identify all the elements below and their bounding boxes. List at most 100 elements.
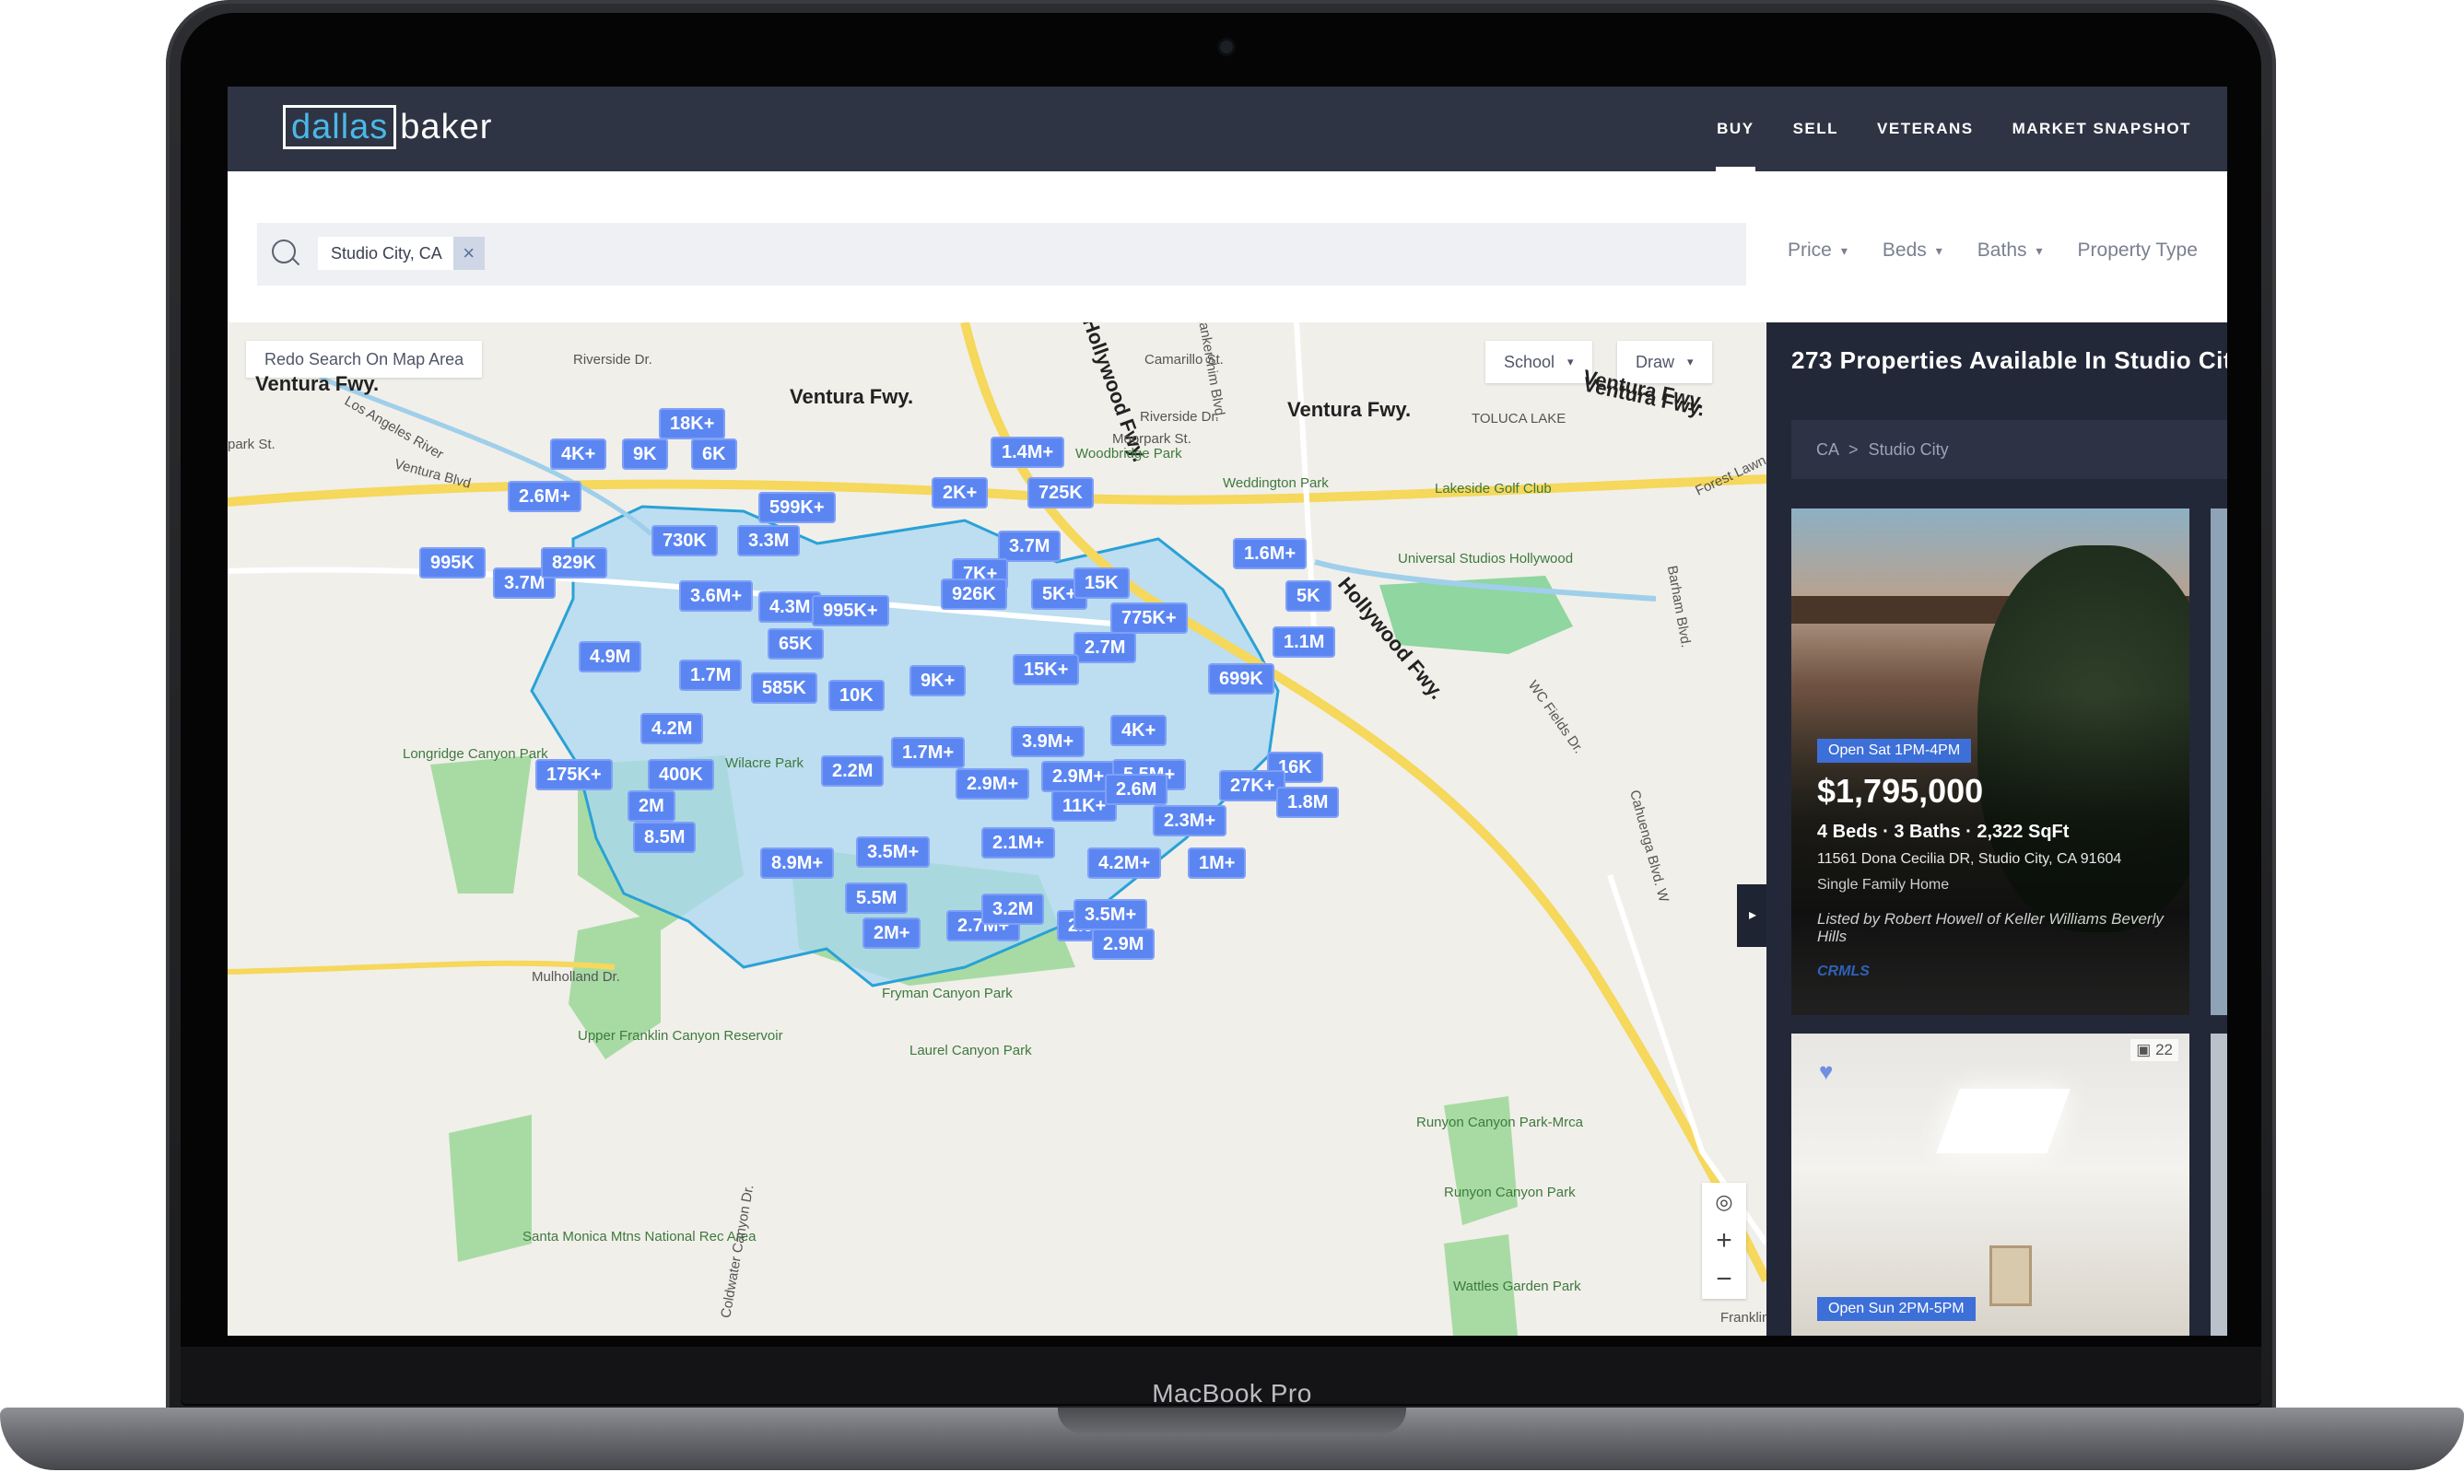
- park-area: [430, 755, 532, 894]
- app-screen: dallas baker BUY SELL VETERANS MARKET SN…: [228, 87, 2227, 1336]
- price-pin[interactable]: 4.9M: [581, 643, 640, 671]
- price-pin[interactable]: 1.6M+: [1235, 540, 1306, 567]
- price-pin[interactable]: 1.1M: [1274, 628, 1334, 656]
- price-pin[interactable]: 3.7M: [1000, 532, 1060, 560]
- my-location-icon[interactable]: ◎: [1702, 1183, 1746, 1221]
- breadcrumb-state[interactable]: CA: [1816, 440, 1838, 459]
- price-pin[interactable]: 8.5M: [635, 824, 695, 851]
- price-pin[interactable]: 4K+: [1112, 717, 1166, 744]
- map-place-label: Riverside Dr.: [1140, 409, 1219, 425]
- price-pin[interactable]: 699K: [1210, 665, 1273, 693]
- price-filter[interactable]: Price ▾: [1788, 240, 1848, 262]
- price-pin[interactable]: 4.2M+: [1089, 849, 1160, 877]
- breadcrumb-city[interactable]: Studio City: [1869, 440, 1949, 459]
- map-view[interactable]: Redo Search On Map Area School ▾ Draw ▾ Ve…: [228, 322, 1766, 1336]
- map-place-label: Wattles Garden Park: [1453, 1279, 1581, 1294]
- price-pin[interactable]: 3.5M+: [858, 838, 929, 866]
- price-pin[interactable]: 3.2M: [983, 895, 1043, 923]
- map-place-label: Woodbridge Park: [1075, 446, 1182, 462]
- price-pin[interactable]: 18K+: [661, 410, 724, 438]
- beds-filter[interactable]: Beds ▾: [1883, 240, 1942, 262]
- nav-link-buy[interactable]: BUY: [1697, 87, 1773, 171]
- price-pin[interactable]: 2.9M+: [1043, 763, 1114, 790]
- price-pin[interactable]: 2.7M: [1075, 634, 1135, 661]
- price-pin[interactable]: 5K: [1287, 582, 1330, 610]
- price-pin[interactable]: 400K: [650, 761, 712, 789]
- search-bar[interactable]: Studio City, CA ×: [257, 223, 1746, 286]
- price-pin[interactable]: 2M: [629, 792, 674, 820]
- price-pin[interactable]: 3.6M+: [681, 582, 752, 610]
- price-pin[interactable]: 15K: [1075, 569, 1128, 597]
- price-pin[interactable]: 2.1M+: [983, 829, 1054, 857]
- price-pin[interactable]: 27K+: [1221, 772, 1285, 800]
- price-pin[interactable]: 4.2M: [642, 715, 702, 742]
- chevron-down-icon: ▾: [1687, 355, 1694, 368]
- price-pin[interactable]: 4K+: [552, 440, 605, 468]
- price-pin[interactable]: 599K+: [760, 494, 834, 521]
- price-pin[interactable]: 9K: [624, 440, 666, 468]
- price-pin[interactable]: 725K: [1029, 479, 1092, 507]
- price-pin[interactable]: 995K: [421, 549, 484, 577]
- freeway-label: Ventura Fwy.: [1287, 398, 1412, 421]
- price-pin[interactable]: 1M+: [1190, 849, 1245, 877]
- logo-boxed-text: dallas: [283, 105, 397, 149]
- map-place-label: Runyon Canyon Park-Mrca: [1416, 1115, 1583, 1130]
- nav-links: BUY SELL VETERANS MARKET SNAPSHOT: [1697, 87, 2211, 171]
- nav-link-veterans[interactable]: VETERANS: [1858, 87, 1993, 171]
- site-logo[interactable]: dallas baker: [283, 105, 492, 149]
- zoom-in-button[interactable]: +: [1702, 1221, 1746, 1260]
- baths-filter[interactable]: Baths ▾: [1977, 240, 2043, 262]
- price-pin[interactable]: 2M+: [864, 919, 920, 947]
- listing-card[interactable]: ♥ ▣ 22 Open Sun 2PM-5PM: [1791, 1034, 2189, 1336]
- price-pin[interactable]: 3.3M: [739, 527, 799, 555]
- price-pin[interactable]: 2.9M+: [957, 770, 1028, 798]
- price-pin[interactable]: 65K: [769, 630, 822, 658]
- school-dropdown[interactable]: School ▾: [1485, 341, 1592, 383]
- price-pin[interactable]: 2.2M: [823, 757, 883, 785]
- price-pin[interactable]: 585K: [753, 674, 815, 702]
- price-pin[interactable]: 175K+: [537, 761, 611, 789]
- price-pin[interactable]: 3.5M+: [1075, 901, 1146, 929]
- property-type-filter[interactable]: Property Type: [2078, 240, 2198, 262]
- nav-link-sell[interactable]: SELL: [1774, 87, 1858, 171]
- expand-panel-button[interactable]: ▸: [1737, 884, 1766, 947]
- price-pin[interactable]: 829K: [543, 549, 605, 577]
- search-icon[interactable]: [272, 240, 296, 263]
- price-pin[interactable]: 2K+: [933, 479, 987, 507]
- price-pin[interactable]: 1.7M: [681, 661, 741, 689]
- favorite-heart-icon[interactable]: ♥: [1819, 1057, 1833, 1086]
- price-pin[interactable]: 995K+: [814, 597, 887, 625]
- photo-count[interactable]: ▣ 22: [2130, 1039, 2178, 1061]
- price-pin[interactable]: 9K+: [911, 667, 965, 695]
- price-pin[interactable]: 2.6M+: [510, 483, 581, 510]
- price-pin[interactable]: 15K+: [1015, 656, 1078, 684]
- listing-card[interactable]: Open Sat 1PM-4PM $1,795,000 4 Beds · 3 B…: [1791, 508, 2189, 1015]
- price-pin[interactable]: 3.9M+: [1013, 728, 1084, 755]
- price-pin[interactable]: 775K+: [1112, 604, 1186, 632]
- laptop-notch: [1058, 1408, 1406, 1433]
- price-pin[interactable]: 1.7M+: [893, 739, 964, 766]
- price-pin[interactable]: 1.8M: [1278, 789, 1338, 816]
- price-pin[interactable]: 2.9M: [1094, 930, 1154, 958]
- price-pin[interactable]: 926K: [943, 580, 1005, 608]
- price-pin[interactable]: 6K: [693, 440, 735, 468]
- open-house-badge: Open Sun 2PM-5PM: [1817, 1297, 1976, 1321]
- nav-link-market-snapshot[interactable]: MARKET SNAPSHOT: [1993, 87, 2211, 171]
- map-place-label: Laurel Canyon Park: [909, 1043, 1032, 1058]
- price-pin[interactable]: 5.5M: [847, 884, 907, 912]
- chevron-down-icon: ▾: [2036, 242, 2043, 258]
- price-pin[interactable]: 4.3M: [760, 593, 820, 621]
- remove-chip-button[interactable]: ×: [452, 237, 485, 270]
- image-icon: ▣: [2136, 1041, 2156, 1058]
- price-pin[interactable]: 730K: [653, 527, 716, 555]
- price-pin[interactable]: 10K: [830, 682, 883, 709]
- price-pin[interactable]: 2.6M: [1107, 776, 1167, 803]
- price-pin[interactable]: 8.9M+: [762, 849, 833, 877]
- zoom-controls: ◎ + −: [1702, 1183, 1746, 1299]
- draw-dropdown-label: Draw: [1636, 352, 1675, 371]
- breadcrumb-separator: >: [1848, 440, 1859, 459]
- zoom-out-button[interactable]: −: [1702, 1260, 1746, 1299]
- next-card-peek: [2211, 508, 2227, 1015]
- price-pin[interactable]: 1.4M+: [992, 438, 1063, 466]
- price-pin[interactable]: 2.3M+: [1155, 807, 1226, 835]
